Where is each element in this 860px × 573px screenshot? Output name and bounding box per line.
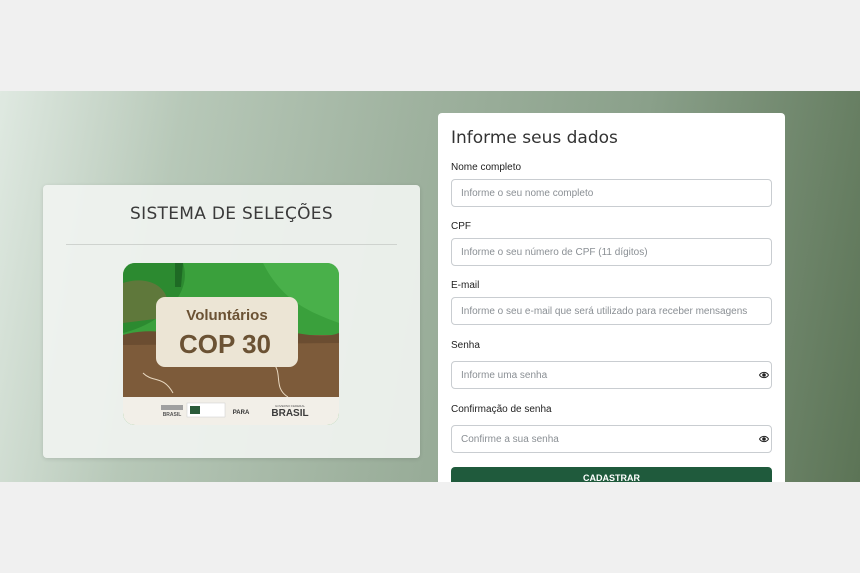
svg-text:BRASIL: BRASIL bbox=[163, 412, 182, 418]
password-field-group bbox=[438, 361, 785, 389]
system-info-card: SISTEMA DE SELEÇÕES Voluntários COP 30 B… bbox=[43, 185, 420, 458]
email-input[interactable] bbox=[451, 297, 772, 325]
cpf-input[interactable] bbox=[451, 238, 772, 266]
banner-line2: COP 30 bbox=[179, 329, 271, 359]
svg-text:PARA: PARA bbox=[233, 410, 250, 416]
cop30-volunteers-banner: Voluntários COP 30 BRASIL PARA GOVERNO F… bbox=[123, 263, 339, 425]
banner-line1: Voluntários bbox=[186, 307, 267, 324]
svg-text:BRASIL: BRASIL bbox=[271, 408, 308, 419]
system-title: SISTEMA DE SELEÇÕES bbox=[130, 204, 333, 224]
email-label: E-mail bbox=[451, 280, 480, 291]
title-divider bbox=[66, 244, 397, 245]
eye-icon[interactable] bbox=[759, 370, 769, 380]
cpf-label: CPF bbox=[451, 221, 471, 232]
full-name-label: Nome completo bbox=[451, 162, 522, 173]
page-background: SISTEMA DE SELEÇÕES Voluntários COP 30 B… bbox=[0, 91, 860, 482]
full-name-input[interactable] bbox=[451, 179, 772, 207]
confirm-password-input[interactable] bbox=[451, 425, 772, 453]
password-input[interactable] bbox=[451, 361, 772, 389]
confirm-password-label: Confirmação de senha bbox=[451, 404, 552, 415]
confirm-password-field-group bbox=[438, 425, 785, 453]
register-button[interactable]: CADASTRAR bbox=[451, 467, 772, 482]
password-label: Senha bbox=[451, 340, 480, 351]
registration-form-card: Informe seus dados Nome completo CPF E-m… bbox=[438, 113, 785, 482]
eye-icon[interactable] bbox=[759, 434, 769, 444]
form-title: Informe seus dados bbox=[451, 128, 618, 148]
